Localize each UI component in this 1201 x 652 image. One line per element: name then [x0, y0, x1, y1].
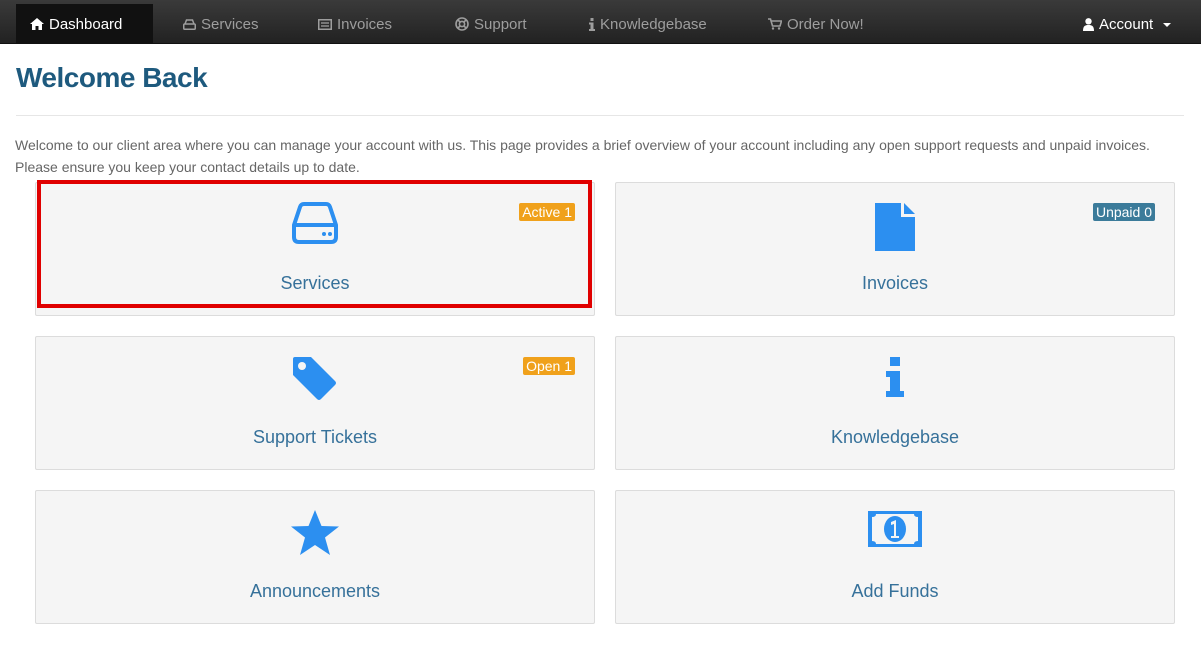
hdd-icon — [292, 201, 338, 250]
nav-account[interactable]: Account — [1083, 4, 1172, 44]
nav-dashboard[interactable]: Dashboard — [16, 4, 154, 44]
status-badge: Unpaid 0 — [1092, 203, 1155, 221]
nav-invoices[interactable]: Invoices — [318, 4, 392, 44]
tile-invoices[interactable]: Unpaid 0 Invoices — [615, 182, 1175, 316]
home-icon — [30, 18, 44, 30]
nav-order[interactable]: Order Now! — [768, 4, 864, 44]
tile-invoices-label: Invoices — [861, 273, 929, 293]
hdd-icon — [183, 18, 196, 30]
tile-announcements[interactable]: Announcements — [35, 490, 595, 624]
tile-announcements-label: Announcements — [249, 581, 381, 601]
tile-services-label: Services — [280, 273, 350, 293]
tag-icon — [291, 355, 339, 408]
status-badge: Active 1 — [519, 203, 575, 221]
tile-knowledgebase[interactable]: Knowledgebase — [615, 336, 1175, 470]
file-icon — [873, 201, 917, 258]
caret-down-icon — [1163, 23, 1172, 27]
cart-icon — [768, 18, 782, 30]
tile-support-tickets-label: Support Tickets — [252, 427, 378, 447]
tile-knowledgebase-label: Knowledgebase — [830, 427, 960, 447]
page-title: Welcome Back — [16, 62, 208, 93]
user-icon — [1083, 17, 1094, 31]
info-icon — [589, 17, 595, 31]
tile-support-tickets[interactable]: Open 1 Support Tickets — [35, 336, 595, 470]
status-badge: Open 1 — [523, 357, 575, 375]
intro-text: Welcome to our client area where you can… — [15, 137, 1150, 175]
nav-knowledgebase[interactable]: Knowledgebase — [589, 4, 707, 44]
title-divider — [16, 115, 1184, 116]
top-navbar: Dashboard Services Invoices Support Know… — [0, 0, 1201, 44]
life-ring-icon — [455, 17, 469, 31]
tile-services[interactable]: Active 1 Services — [35, 182, 595, 316]
nav-services-label: Services — [201, 15, 259, 33]
star-icon — [290, 509, 340, 562]
tile-add-funds[interactable]: Add Funds — [615, 490, 1175, 624]
nav-support[interactable]: Support — [455, 4, 527, 44]
nav-invoices-label: Invoices — [337, 15, 393, 33]
list-icon — [318, 18, 332, 30]
nav-support-label: Support — [474, 15, 527, 33]
nav-knowledgebase-label: Knowledgebase — [600, 15, 707, 33]
nav-account-label: Account — [1099, 15, 1154, 33]
nav-services[interactable]: Services — [183, 4, 259, 44]
nav-order-label: Order Now! — [787, 15, 864, 33]
tile-add-funds-label: Add Funds — [851, 581, 939, 601]
info-icon — [885, 355, 905, 404]
nav-dashboard-label: Dashboard — [49, 15, 123, 33]
money-icon — [867, 509, 923, 554]
